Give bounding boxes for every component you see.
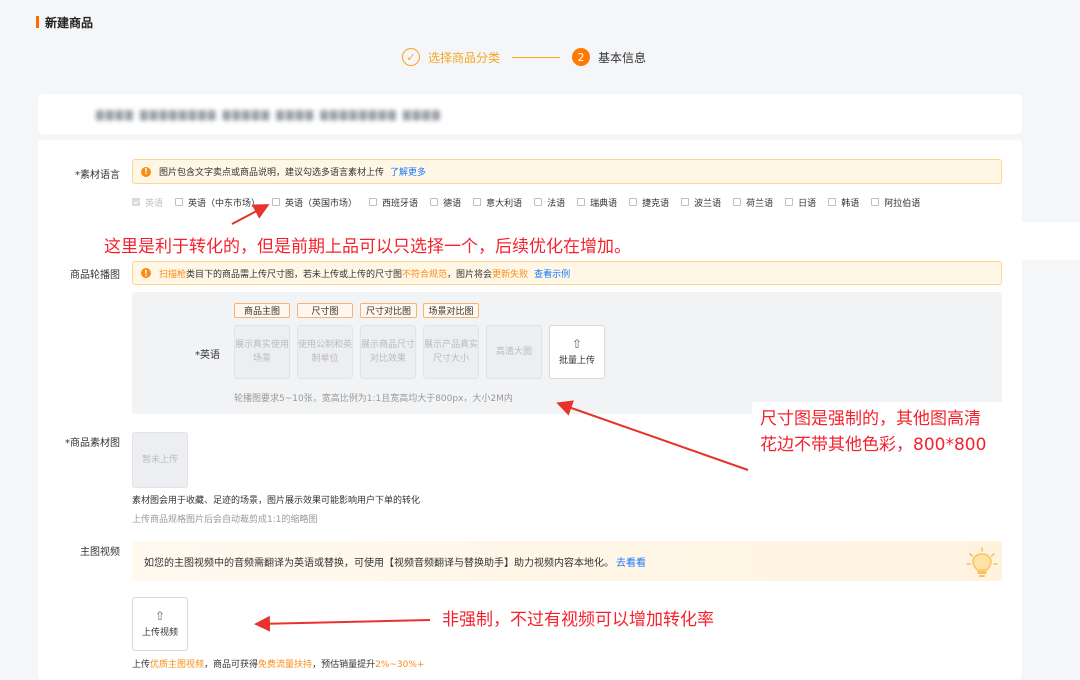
- arrow-to-video: [254, 615, 431, 632]
- annotation-arrows: [231, 204, 749, 632]
- arrow-to-language: [231, 204, 270, 225]
- arrow-to-size-chart: [556, 400, 749, 471]
